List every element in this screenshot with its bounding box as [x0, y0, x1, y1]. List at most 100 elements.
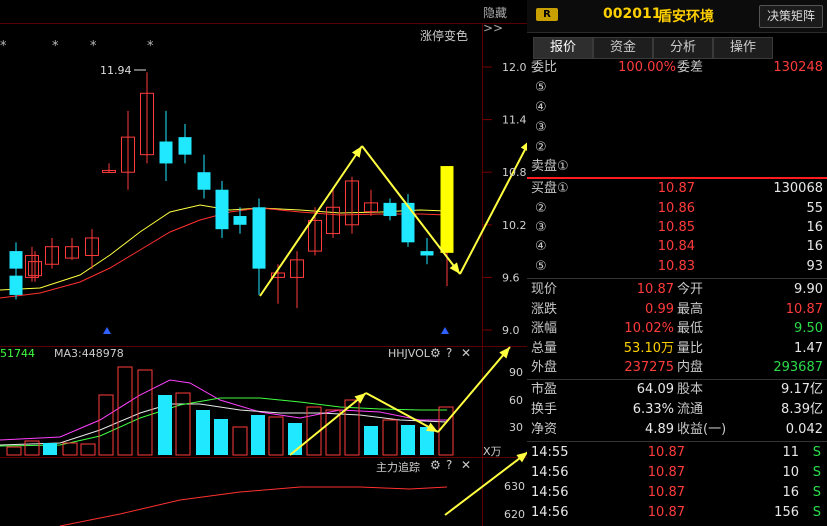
stat-label: 现价 — [531, 282, 558, 297]
stat-value: 9.90 — [794, 282, 823, 297]
buy-volume: 93 — [806, 259, 823, 274]
fund-label: 股本 — [677, 382, 704, 397]
section-divider — [527, 278, 827, 279]
volume-bar — [43, 443, 57, 455]
level-mark: ④ — [535, 239, 547, 254]
volume-bar — [6, 446, 22, 456]
candle-body — [233, 216, 247, 225]
kline-chart[interactable]: 12.011.410.810.29.69.0906030630620* * * *11… — [0, 0, 527, 526]
r-badge: R — [536, 8, 558, 21]
sell-level-2: ② — [527, 138, 827, 158]
tick-time: 14:56 — [531, 465, 569, 480]
track-axis-label: 630 — [504, 480, 525, 493]
stat-value: 9.50 — [794, 321, 823, 336]
limit-color-toggle[interactable]: 涨停变色 — [420, 27, 468, 44]
decision-matrix-button[interactable]: 决策矩阵 — [759, 5, 823, 28]
sell-level-1: 卖盘① — [527, 157, 827, 177]
fund-value: 4.89 — [645, 422, 674, 437]
stock-header: R 002011 盾安环境 决策矩阵 — [527, 0, 827, 33]
price-axis-label: 11.4 — [502, 114, 527, 127]
stat-label: 量比 — [677, 340, 704, 356]
volume-bar — [80, 443, 96, 456]
buy-level-1: 买盘① 10.87 130068 — [527, 179, 827, 199]
buy-price: 10.84 — [657, 239, 695, 254]
tick-side: S — [812, 445, 821, 460]
track-axis-label: 620 — [504, 508, 525, 521]
stat-value: 53.10万 — [623, 340, 674, 356]
stat-row: 涨跌 0.99 最高 10.87 — [527, 300, 827, 320]
fund-value: 64.09 — [636, 382, 674, 397]
buy-price: 10.87 — [657, 181, 695, 196]
candle-body — [9, 251, 23, 269]
buy-level-5: ⑤ 10.83 93 — [527, 257, 827, 277]
tick-side: S — [812, 505, 821, 520]
track-indicator-name[interactable]: 主力追踪 — [376, 459, 420, 475]
trend-arrow-up-head — [351, 146, 362, 158]
buy-1-label: 买盘① — [531, 181, 569, 196]
volume-bar — [251, 415, 265, 455]
price-axis-label: 10.2 — [502, 219, 527, 232]
volume-bar — [214, 419, 228, 455]
weibi-value: 100.00% — [618, 60, 676, 75]
hide-label: 隐藏 — [483, 6, 508, 20]
stat-label: 总量 — [531, 340, 558, 356]
stat-value: 10.87 — [636, 282, 674, 297]
trend-arrow-down-head — [449, 262, 460, 274]
fund-value: 9.17亿 — [781, 382, 823, 397]
track-help-icon[interactable]: ? — [446, 458, 452, 472]
track-close-icon[interactable]: ✕ — [461, 458, 471, 472]
candle-body — [252, 207, 266, 269]
volume-bar — [175, 392, 191, 456]
quote-panel: R 002011 盾安环境 决策矩阵 报价 资金 分析 操作 委比 100.00… — [527, 0, 827, 526]
price-axis-label: 10.8 — [502, 166, 527, 179]
weibi-label: 委比 — [531, 60, 558, 75]
tab-quote[interactable]: 报价 — [533, 37, 593, 59]
stat-value: 0.99 — [645, 301, 674, 317]
price-axis-label: 9.6 — [502, 271, 520, 284]
stat-label: 今开 — [677, 282, 704, 297]
tab-funds[interactable]: 资金 — [593, 37, 653, 59]
tick-row: 14:56 10.87 16 S — [527, 483, 827, 503]
tab-analysis[interactable]: 分析 — [653, 37, 713, 59]
volume-bar — [268, 416, 284, 456]
stat-row: 总量 53.10万 量比 1.47 — [527, 339, 827, 359]
stat-value: 1.47 — [794, 340, 823, 356]
volume-help-icon[interactable]: ? — [446, 346, 452, 360]
volume-close-icon[interactable]: ✕ — [461, 346, 471, 360]
stat-label: 涨幅 — [531, 321, 558, 336]
tick-price: 10.87 — [647, 465, 685, 480]
buy-price: 10.83 — [657, 259, 695, 274]
chart-area[interactable]: 12.0 11.4 10.8 10.2 9.6 9.0 90 60 30 630 620 * * * * 11… — [0, 0, 527, 526]
volume-bar — [196, 410, 210, 455]
tick-volume: 11 — [782, 445, 799, 460]
price-axis-label: 12.0 — [502, 61, 527, 74]
price-axis-label: 9.0 — [502, 324, 520, 337]
stat-value: 237275 — [624, 360, 674, 375]
level-mark: ② — [535, 201, 547, 216]
sell-level-5: ⑤ — [527, 78, 827, 98]
volume-axis-label: 60 — [509, 394, 523, 407]
stat-row: 涨幅 10.02% 最低 9.50 — [527, 319, 827, 339]
tick-time: 14:56 — [531, 505, 569, 520]
tick-price: 10.87 — [647, 445, 685, 460]
stat-label: 涨跌 — [531, 301, 558, 317]
level-mark: ⑤ — [535, 259, 547, 274]
fund-value: 0.042 — [785, 422, 823, 437]
volume-unit: X万 — [483, 445, 502, 458]
hide-toggle[interactable]: 隐藏>> — [483, 4, 527, 35]
volume-legend-value: 51744 — [0, 347, 35, 360]
tick-row: 14:56 10.87 10 S — [527, 463, 827, 483]
track-gear-icon[interactable]: ⚙ — [430, 458, 441, 472]
tick-side: S — [812, 465, 821, 480]
tick-price: 10.87 — [647, 505, 685, 520]
stat-value: 293687 — [773, 360, 823, 375]
volume-gear-icon[interactable]: ⚙ — [430, 346, 441, 360]
tick-price: 10.87 — [647, 485, 685, 500]
tab-operation[interactable]: 操作 — [713, 37, 773, 59]
stat-value: 10.02% — [624, 321, 674, 336]
fund-value: 8.39亿 — [781, 402, 823, 417]
fund-row: 换手 6.33% 流通 8.39亿 — [527, 400, 827, 420]
candle-body — [383, 202, 397, 217]
volume-indicator-name[interactable]: HHJVOL — [388, 347, 430, 360]
high-price-annotation: 11.94 — [100, 64, 132, 77]
